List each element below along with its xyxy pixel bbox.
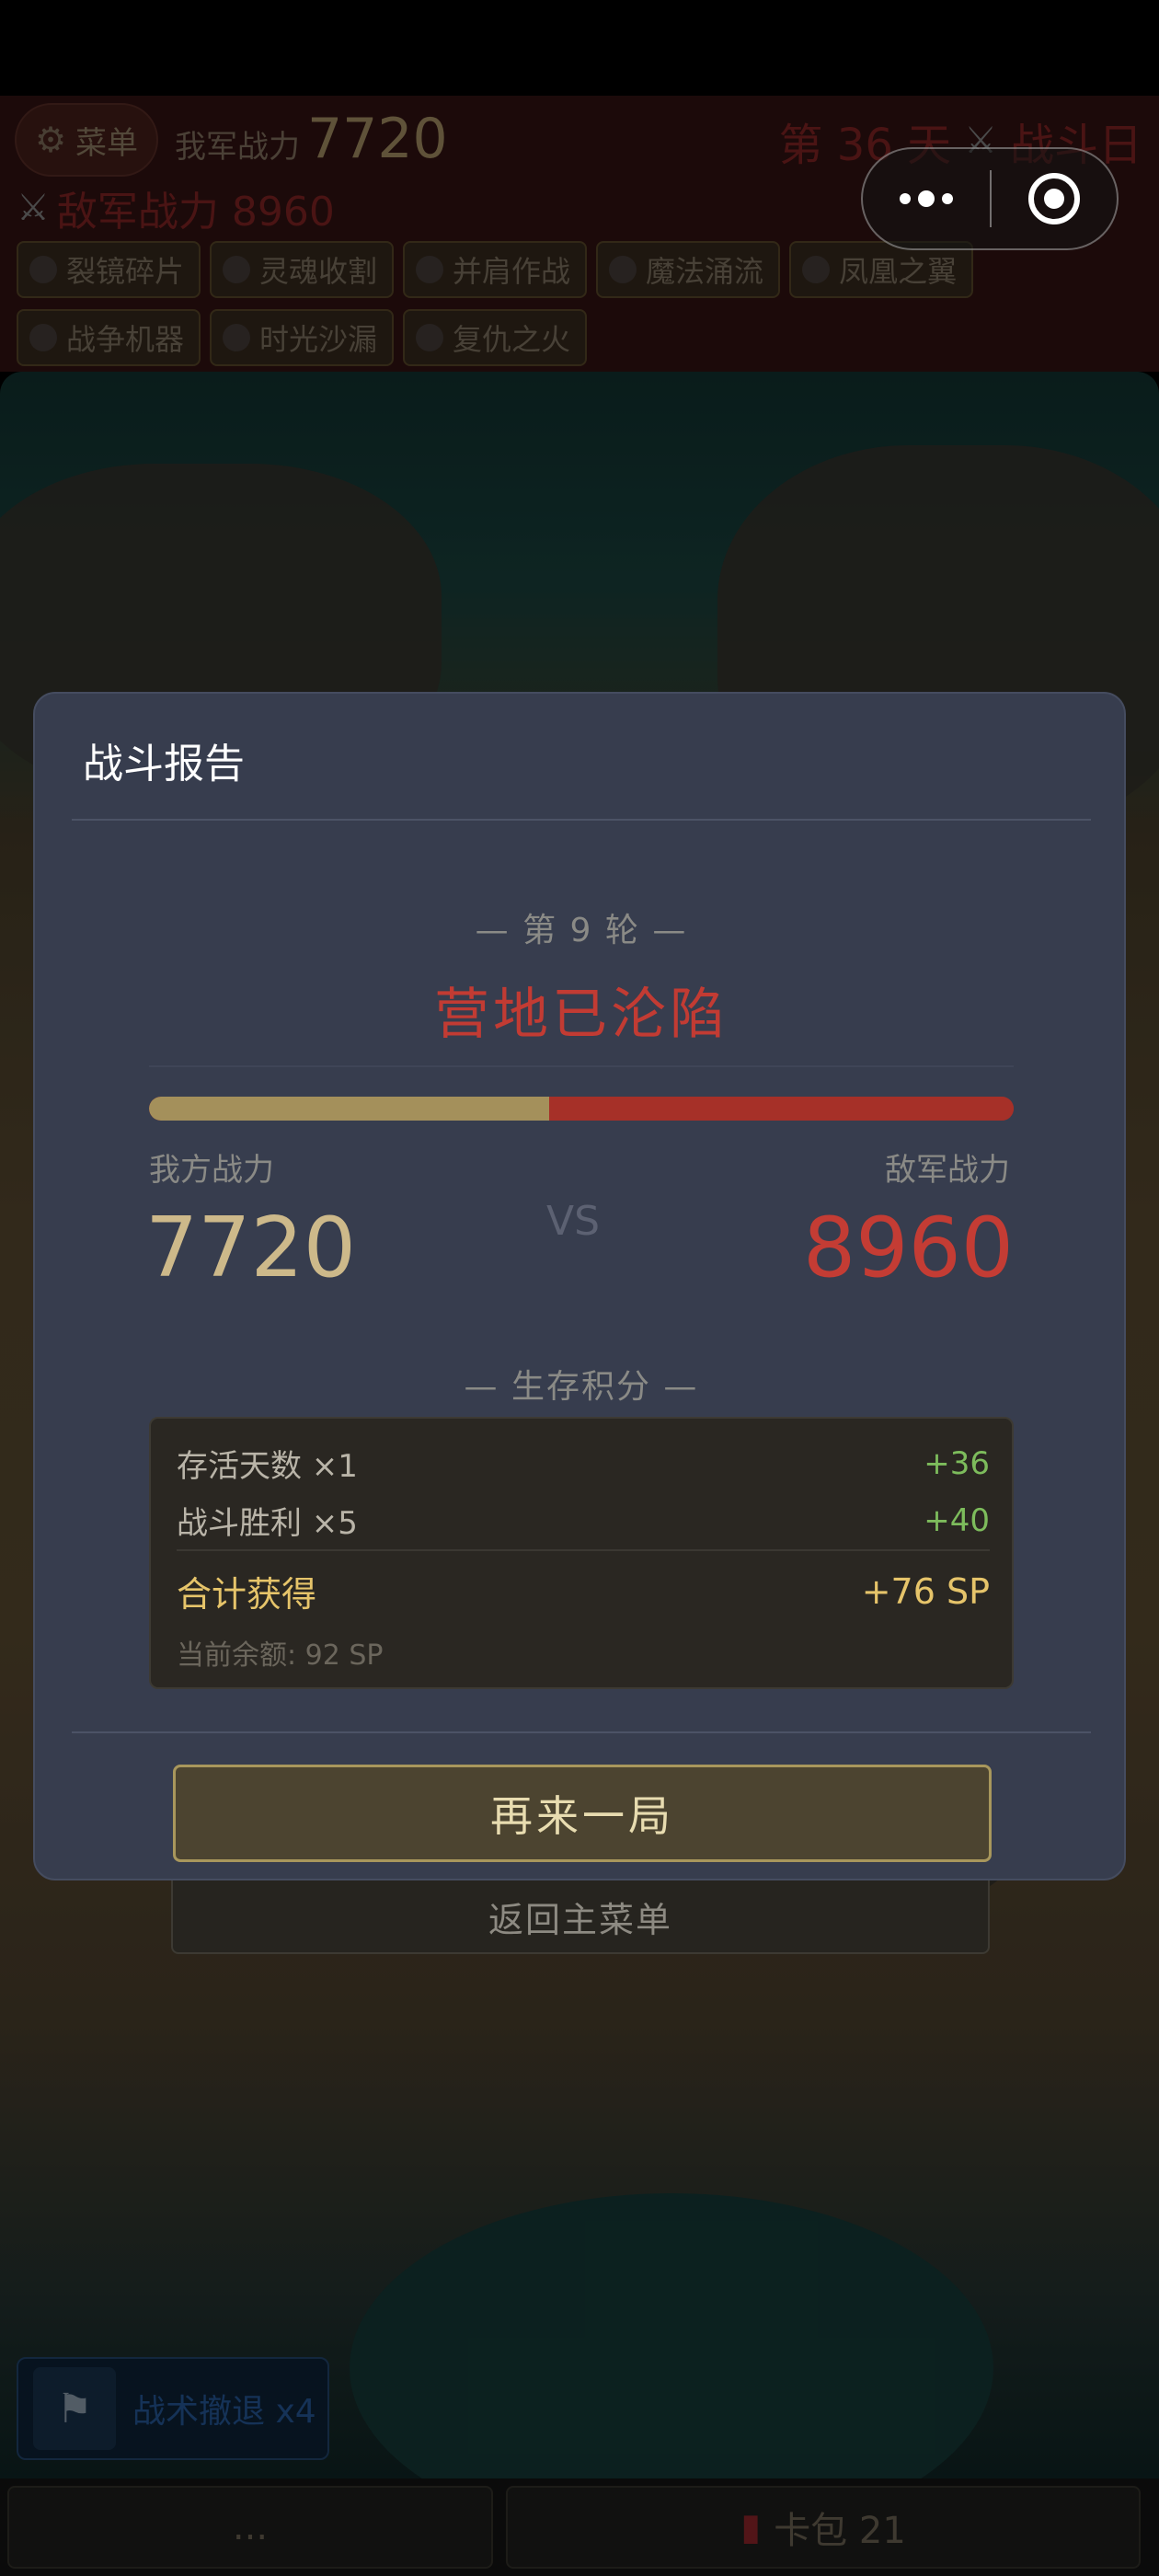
our-power-fill [149, 1097, 550, 1121]
enemy-power-fill [549, 1097, 1014, 1121]
battle-report-modal: 战斗报告 — 第 9 轮 — 营地已沦陷 我方战力 敌军战力 7720 VS 8… [33, 692, 1126, 1880]
more-button[interactable] [863, 149, 990, 248]
result-divider [149, 1065, 1014, 1067]
title-divider [72, 819, 1091, 821]
power-comparison-bar [149, 1097, 1014, 1121]
more-dots-icon [918, 190, 935, 207]
return-main-menu-button[interactable]: 返回主菜单 [171, 1880, 990, 1954]
score-row-wins: 战斗胜利 ×5 +40 [177, 1498, 990, 1543]
battle-result: 营地已沦陷 [434, 983, 729, 1047]
enemy-power-number: 8960 [802, 1200, 1014, 1296]
wins-label: 战斗胜利 ×5 [177, 1505, 358, 1542]
target-close-icon [1028, 173, 1080, 224]
total-value: +76 SP [861, 1570, 990, 1612]
system-status-bar [0, 0, 1159, 96]
modal-title: 战斗报告 [83, 741, 245, 788]
close-button[interactable] [992, 149, 1117, 248]
round-label: — 第 9 轮 — [475, 912, 688, 949]
days-value: +36 [924, 1444, 990, 1482]
enemy-side-label: 敌军战力 [885, 1152, 1010, 1189]
score-row-total: 合计获得 +76 SP [177, 1566, 990, 1616]
our-side-label: 我方战力 [149, 1152, 274, 1189]
total-label: 合计获得 [177, 1574, 317, 1615]
play-again-button[interactable]: 再来一局 [173, 1765, 992, 1862]
current-balance: 当前余额: 92 SP [177, 1639, 384, 1672]
our-power-number: 7720 [145, 1200, 357, 1296]
miniprogram-capsule [861, 147, 1119, 250]
score-row-days: 存活天数 ×1 +36 [177, 1441, 990, 1486]
wins-value: +40 [924, 1501, 990, 1539]
score-divider [177, 1549, 990, 1551]
vs-label: VS [546, 1198, 601, 1245]
footer-divider [72, 1731, 1091, 1733]
more-dots-icon [900, 193, 911, 204]
score-header: — 生存积分 — [464, 1368, 699, 1406]
survival-score-box: 存活天数 ×1 +36 战斗胜利 ×5 +40 合计获得 +76 SP 当前余额… [149, 1417, 1014, 1689]
more-dots-icon [942, 193, 953, 204]
days-label: 存活天数 ×1 [177, 1448, 358, 1485]
